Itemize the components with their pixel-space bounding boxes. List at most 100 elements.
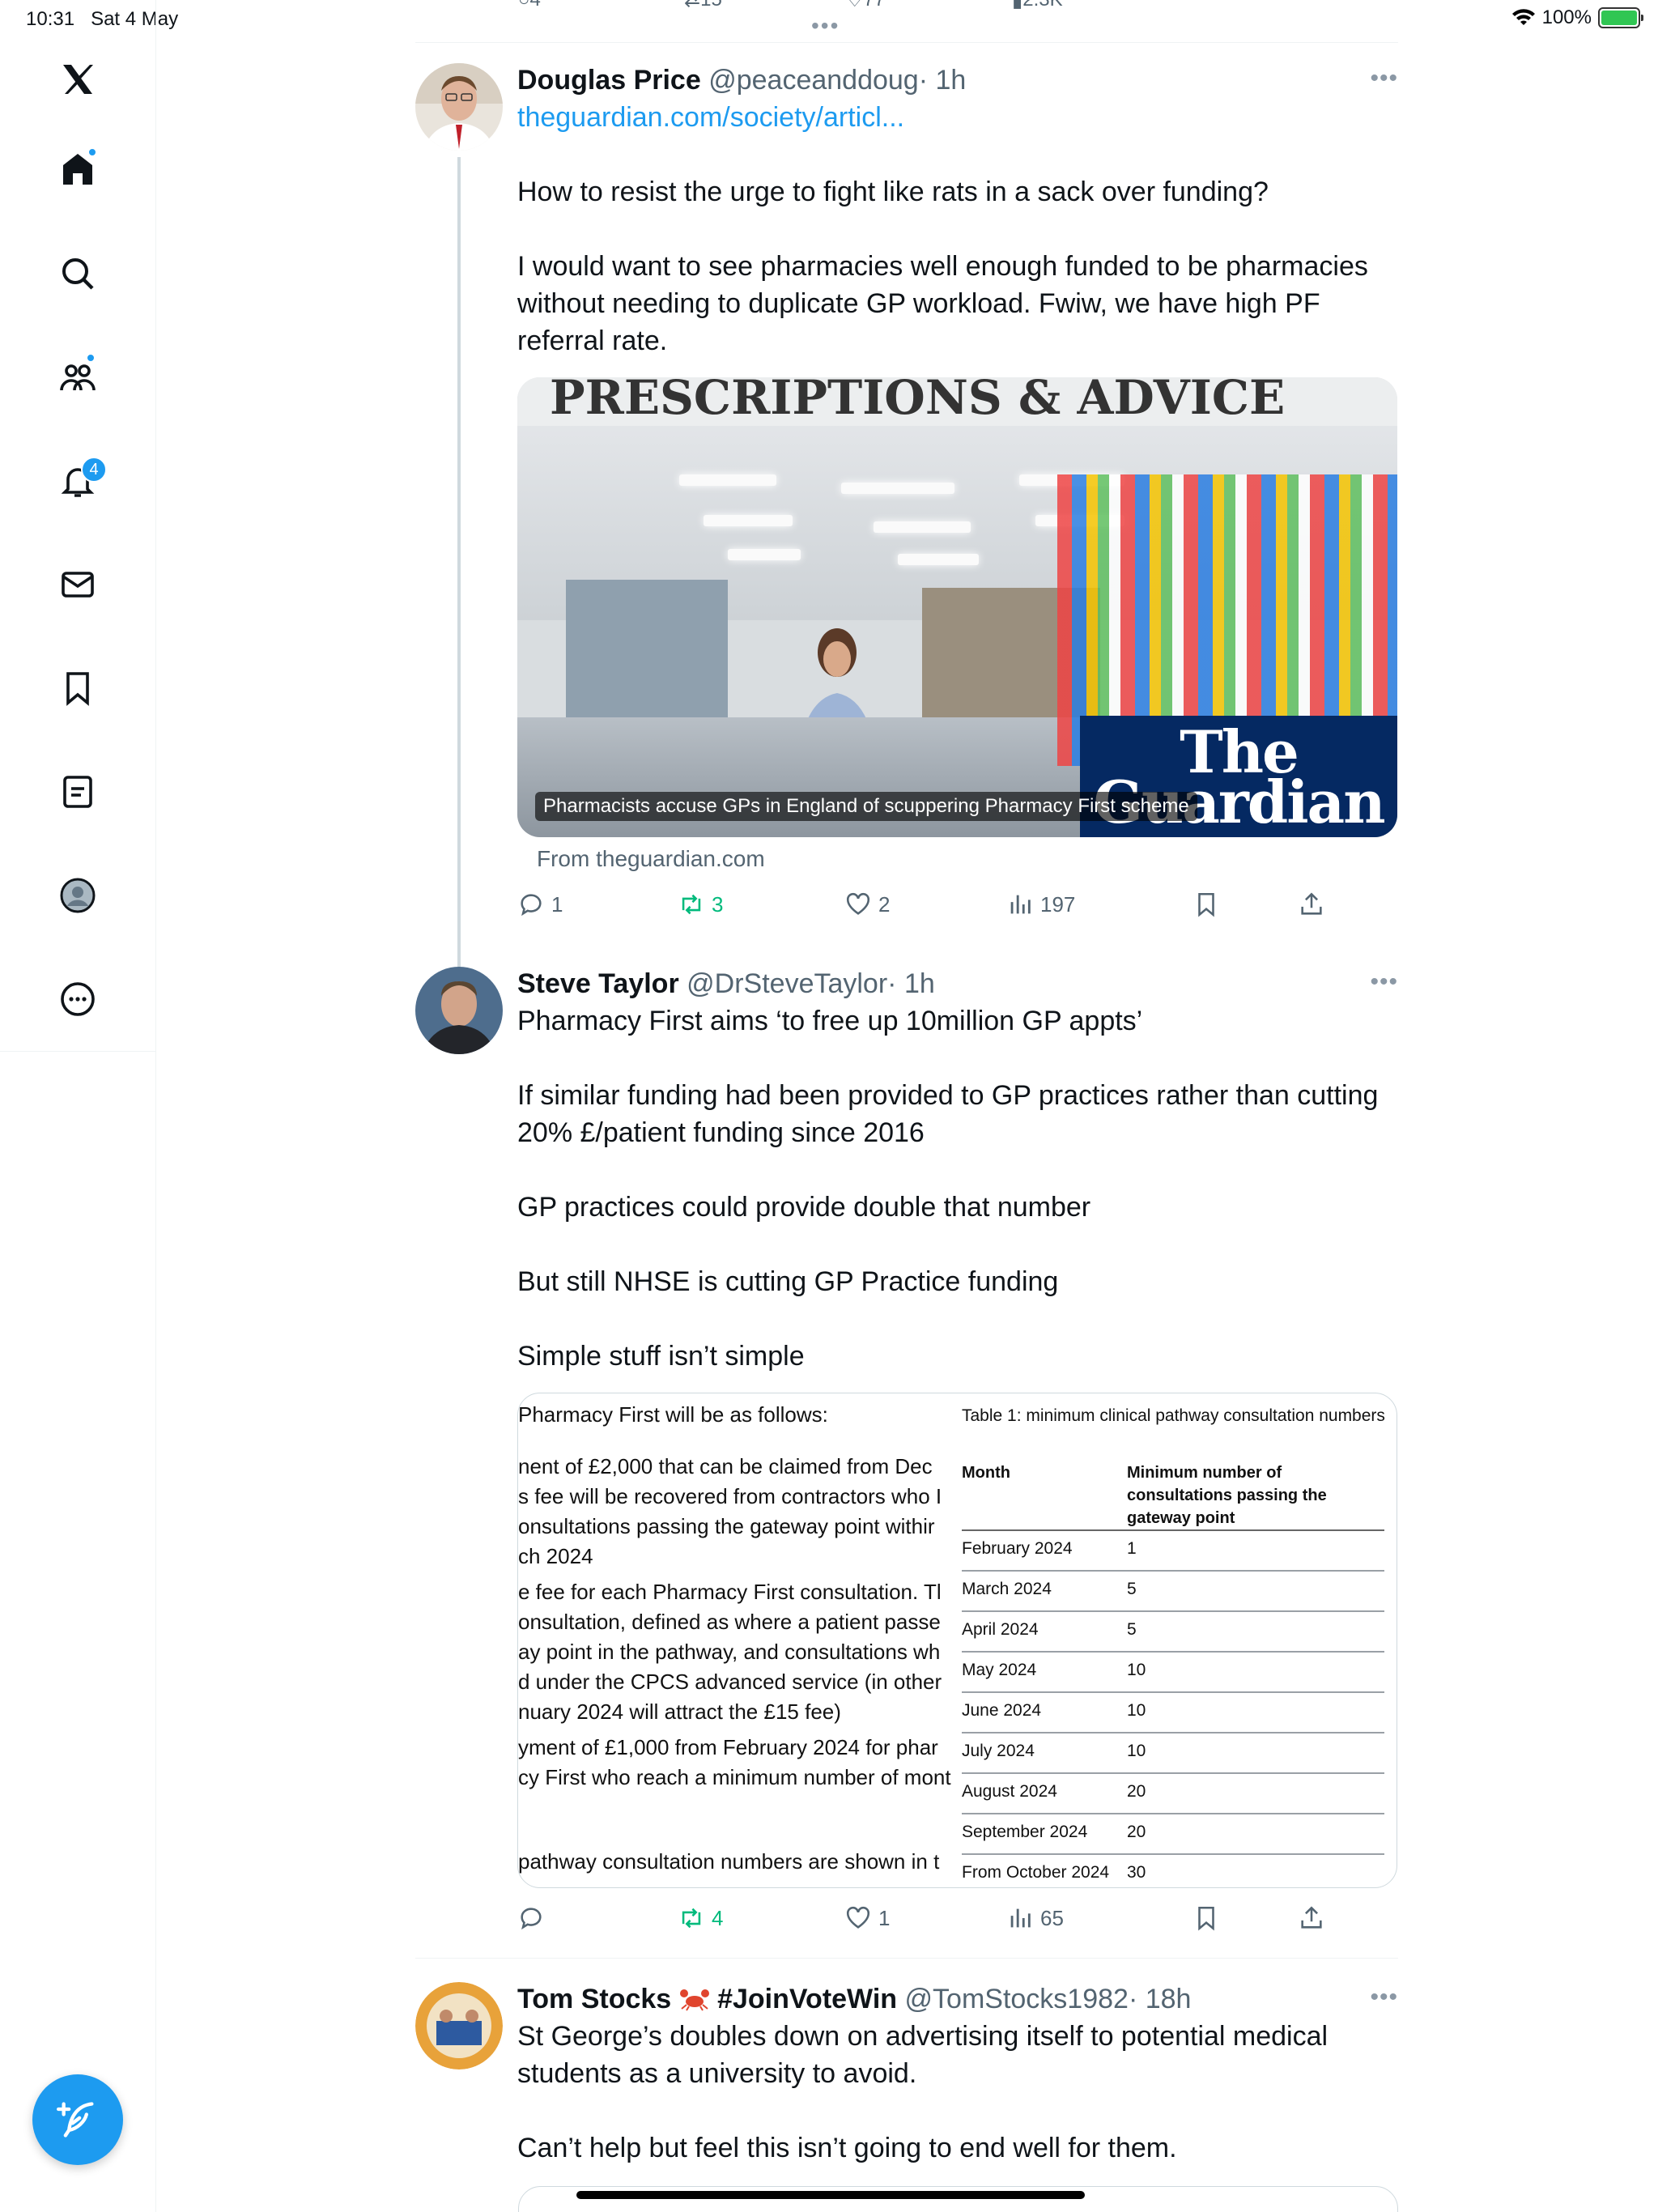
tweet-douglas-price[interactable]: Douglas Price @peaceanddoug· 1h ••• theg… (415, 63, 1398, 967)
table-row: August 2024 20 (962, 1774, 1384, 1814)
bookmark-icon (1198, 1906, 1214, 1931)
lists-icon[interactable] (53, 768, 102, 816)
profile-avatar-icon[interactable] (53, 871, 102, 920)
tweet-actions: 1 3 2 197 (517, 891, 1327, 923)
repost-icon (682, 1908, 701, 1929)
share-icon (1301, 892, 1322, 915)
view-count[interactable]: ▮ 2.3K (1012, 0, 1063, 12)
media-card-partial[interactable] (518, 2186, 1398, 2212)
tweet-text-paragraph: Can’t help but feel this isn’t going to … (517, 2133, 1177, 2163)
author-name[interactable]: Tom Stocks (517, 1984, 671, 2014)
like-button[interactable]: 1 (844, 1904, 890, 1932)
bookmark-button[interactable] (1192, 891, 1220, 918)
avatar[interactable] (415, 967, 503, 1054)
compose-tweet-button[interactable] (32, 2074, 123, 2165)
home-indicator[interactable] (576, 2191, 1085, 2199)
attached-document-image[interactable]: Pharmacy First will be as follows: nent … (517, 1393, 1397, 1888)
repost-icon (682, 894, 701, 915)
repost-button[interactable]: 3 (678, 891, 723, 918)
table-row: March 2024 5 (962, 1572, 1384, 1612)
more-options-icon[interactable]: ••• (1370, 968, 1398, 996)
tweet-header: Douglas Price @peaceanddoug· 1h (517, 65, 966, 96)
more-options-icon[interactable] (53, 975, 102, 1023)
feather-plus-icon (57, 2102, 94, 2138)
table-row: June 2024 10 (962, 1693, 1384, 1733)
notifications-count-badge: 4 (81, 457, 107, 483)
share-icon (1301, 1906, 1322, 1929)
share-button[interactable] (1298, 891, 1325, 918)
share-button[interactable] (1298, 1904, 1325, 1932)
table-row: April 2024 5 (962, 1612, 1384, 1653)
table-row: February 2024 1 (962, 1531, 1384, 1572)
author-handle[interactable]: @TomStocks1982 (905, 1984, 1129, 2014)
table-row: May 2024 10 (962, 1653, 1384, 1693)
reply-button[interactable]: 1 (517, 891, 563, 918)
tweet-text-paragraph: I would want to see pharmacies well enou… (517, 251, 1368, 356)
bookmark-icon (1198, 892, 1214, 917)
messages-envelope-icon[interactable] (53, 560, 102, 609)
avatar[interactable] (415, 63, 503, 151)
card-source[interactable]: From theguardian.com (537, 846, 765, 872)
author-name[interactable]: Steve Taylor (517, 968, 679, 999)
thread-line (457, 157, 461, 967)
sidebar: 4 (0, 0, 156, 2212)
avatar[interactable] (415, 1982, 503, 2069)
table-row: From October 2024 30 (962, 1855, 1384, 1887)
bookmarks-icon[interactable] (53, 664, 102, 713)
bookmark-button[interactable] (1192, 1904, 1220, 1932)
column-header-month: Month (962, 1464, 1010, 1482)
author-name[interactable]: Douglas Price (517, 65, 701, 96)
author-handle[interactable]: @DrSteveTaylor (687, 968, 887, 999)
like-button[interactable]: 2 (844, 891, 890, 918)
reply-icon (521, 1908, 542, 1930)
home-icon[interactable] (53, 146, 102, 194)
article-link[interactable]: theguardian.com/society/articl... (517, 99, 1392, 136)
views-button[interactable]: 65 (1006, 1904, 1064, 1932)
analytics-icon (1010, 895, 1031, 914)
repost-count[interactable]: ⇄ 15 (684, 0, 722, 12)
reply-button[interactable] (517, 1904, 551, 1932)
tweet-tom-stocks[interactable]: Tom Stocks #JoinVoteWin @TomStocks1982· … (415, 1982, 1398, 2212)
status-indicators: 100% (1511, 6, 1643, 29)
consultation-table: Table 1: minimum clinical pathway consul… (962, 1393, 1397, 1887)
reply-icon (521, 894, 542, 917)
heart-icon (846, 892, 870, 915)
tweet-text-paragraph: GP practices could provide double that n… (517, 1192, 1091, 1223)
communities-icon[interactable] (53, 353, 102, 402)
tweet-time[interactable]: · 18h (1129, 1984, 1192, 2014)
crab-emoji-icon (679, 1989, 709, 2011)
tweet-time[interactable]: · 1h (887, 968, 935, 999)
reply-count[interactable]: ○ 4 (518, 0, 541, 11)
tweet-time[interactable]: · 1h (919, 65, 967, 96)
like-count[interactable]: ♡ 77 (846, 0, 885, 12)
author-name-hashtag[interactable]: #JoinVoteWin (717, 1984, 897, 2014)
wifi-icon (1511, 9, 1535, 25)
author-handle[interactable]: @peaceanddoug (708, 65, 919, 96)
divider (415, 42, 1398, 43)
analytics-icon (1010, 1908, 1031, 1928)
tweet-text-paragraph: St George’s doubles down on advertising … (517, 2021, 1329, 2089)
more-options-icon[interactable]: ••• (1370, 65, 1398, 92)
tweet-body: theguardian.com/society/articl... How to… (517, 99, 1392, 359)
sidebar-divider (0, 1051, 156, 1052)
x-logo-icon[interactable] (53, 55, 102, 104)
search-icon[interactable] (53, 249, 102, 298)
table-title: Table 1: minimum clinical pathway consul… (962, 1406, 1385, 1425)
battery-icon (1598, 7, 1643, 28)
table-row: September 2024 20 (962, 1814, 1384, 1855)
card-headline: Pharmacists accuse GPs in England of scu… (535, 792, 1197, 821)
tweet-text-paragraph: How to resist the urge to fight like rat… (517, 177, 1269, 207)
tweet-header: Tom Stocks #JoinVoteWin @TomStocks1982· … (517, 1984, 1191, 2015)
table-row: July 2024 10 (962, 1733, 1384, 1774)
repost-button[interactable]: 4 (678, 1904, 723, 1932)
tweet-body: Pharmacy First aims ‘to free up 10millio… (517, 1002, 1392, 1375)
tweet-text-paragraph: But still NHSE is cutting GP Practice fu… (517, 1266, 1059, 1297)
tweet-steve-taylor[interactable]: Steve Taylor @DrSteveTaylor· 1h ••• Phar… (415, 967, 1398, 1938)
tweet-text-paragraph: Simple stuff isn’t simple (517, 1341, 805, 1372)
split-view-handle[interactable]: ••• (811, 13, 840, 39)
tweet-header: Steve Taylor @DrSteveTaylor· 1h (517, 968, 935, 1000)
more-options-icon[interactable]: ••• (1370, 1984, 1398, 2011)
document-text: Pharmacy First will be as follows: nent … (518, 1402, 951, 1874)
link-card-image[interactable]: PRESCRIPTIONS & ADVICE The Guardian Phar… (517, 377, 1397, 837)
views-button[interactable]: 197 (1006, 891, 1075, 918)
